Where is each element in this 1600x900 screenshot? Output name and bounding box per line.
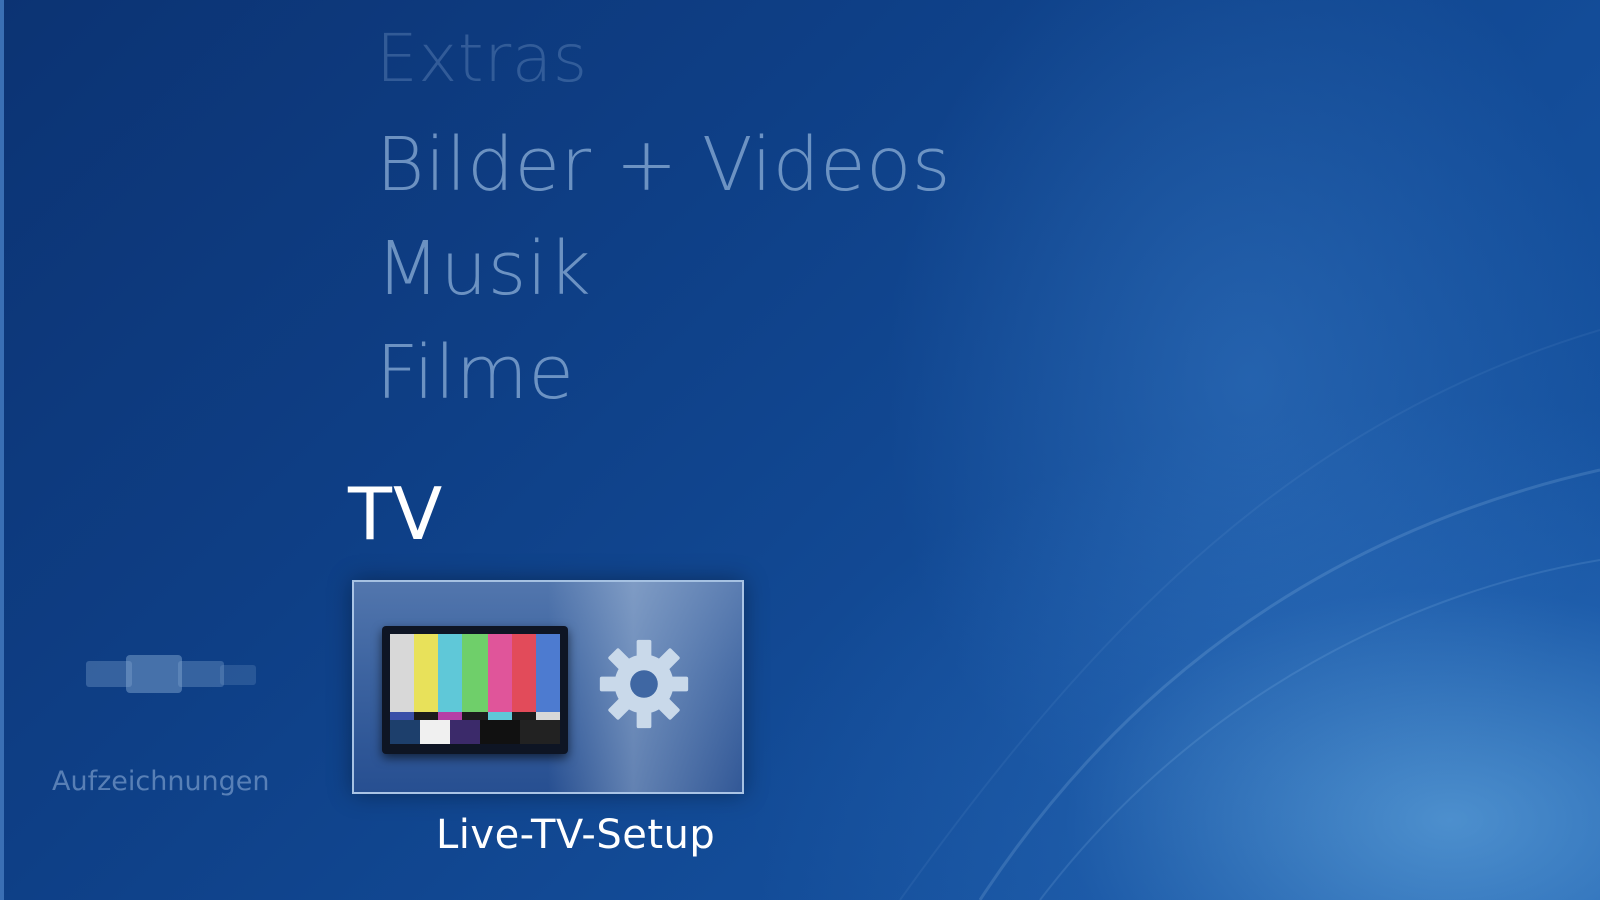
- recordings-icon[interactable]: [86, 655, 256, 695]
- menu-item-extras[interactable]: Extras: [376, 26, 588, 92]
- live-tv-setup-tile[interactable]: [352, 580, 744, 794]
- menu-item-tv-active[interactable]: TV: [348, 478, 443, 550]
- menu-item-musik[interactable]: Musik: [376, 232, 591, 306]
- live-tv-setup-label[interactable]: Live-TV-Setup: [436, 812, 715, 858]
- tv-setup-icon: [382, 626, 568, 754]
- recordings-label[interactable]: Aufzeichnungen: [52, 766, 270, 797]
- test-pattern-icon: [390, 634, 560, 744]
- window-left-edge: [0, 0, 4, 900]
- gear-icon: [599, 639, 689, 729]
- menu-item-bilder-videos[interactable]: Bilder + Videos: [376, 128, 951, 202]
- menu-item-filme[interactable]: Filme: [376, 336, 574, 410]
